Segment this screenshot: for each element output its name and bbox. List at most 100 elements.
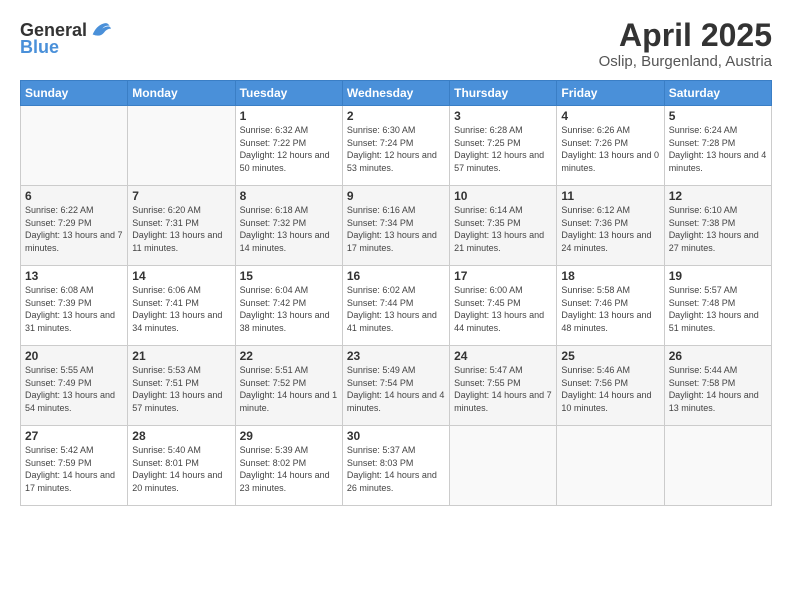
table-row: 13Sunrise: 6:08 AMSunset: 7:39 PMDayligh… [21, 266, 128, 346]
day-number: 12 [669, 189, 767, 203]
day-info: Sunrise: 6:14 AMSunset: 7:35 PMDaylight:… [454, 204, 552, 254]
day-info: Sunrise: 5:37 AMSunset: 8:03 PMDaylight:… [347, 444, 445, 494]
col-tuesday: Tuesday [235, 81, 342, 106]
day-info: Sunrise: 5:47 AMSunset: 7:55 PMDaylight:… [454, 364, 552, 414]
day-number: 30 [347, 429, 445, 443]
table-row: 10Sunrise: 6:14 AMSunset: 7:35 PMDayligh… [450, 186, 557, 266]
day-info: Sunrise: 5:57 AMSunset: 7:48 PMDaylight:… [669, 284, 767, 334]
table-row: 15Sunrise: 6:04 AMSunset: 7:42 PMDayligh… [235, 266, 342, 346]
day-info: Sunrise: 6:32 AMSunset: 7:22 PMDaylight:… [240, 124, 338, 174]
day-info: Sunrise: 5:55 AMSunset: 7:49 PMDaylight:… [25, 364, 123, 414]
table-row: 22Sunrise: 5:51 AMSunset: 7:52 PMDayligh… [235, 346, 342, 426]
table-row: 3Sunrise: 6:28 AMSunset: 7:25 PMDaylight… [450, 106, 557, 186]
table-row: 17Sunrise: 6:00 AMSunset: 7:45 PMDayligh… [450, 266, 557, 346]
day-info: Sunrise: 6:26 AMSunset: 7:26 PMDaylight:… [561, 124, 659, 174]
table-row: 9Sunrise: 6:16 AMSunset: 7:34 PMDaylight… [342, 186, 449, 266]
day-info: Sunrise: 6:16 AMSunset: 7:34 PMDaylight:… [347, 204, 445, 254]
day-number: 29 [240, 429, 338, 443]
day-number: 26 [669, 349, 767, 363]
col-saturday: Saturday [664, 81, 771, 106]
day-info: Sunrise: 6:02 AMSunset: 7:44 PMDaylight:… [347, 284, 445, 334]
day-number: 7 [132, 189, 230, 203]
day-info: Sunrise: 5:44 AMSunset: 7:58 PMDaylight:… [669, 364, 767, 414]
day-info: Sunrise: 5:58 AMSunset: 7:46 PMDaylight:… [561, 284, 659, 334]
day-number: 2 [347, 109, 445, 123]
day-number: 17 [454, 269, 552, 283]
col-thursday: Thursday [450, 81, 557, 106]
table-row [557, 426, 664, 506]
table-row: 14Sunrise: 6:06 AMSunset: 7:41 PMDayligh… [128, 266, 235, 346]
logo: General Blue [20, 18, 111, 56]
table-row: 26Sunrise: 5:44 AMSunset: 7:58 PMDayligh… [664, 346, 771, 426]
table-row [128, 106, 235, 186]
day-number: 16 [347, 269, 445, 283]
day-info: Sunrise: 6:12 AMSunset: 7:36 PMDaylight:… [561, 204, 659, 254]
day-number: 22 [240, 349, 338, 363]
day-number: 3 [454, 109, 552, 123]
table-row: 1Sunrise: 6:32 AMSunset: 7:22 PMDaylight… [235, 106, 342, 186]
calendar-table: Sunday Monday Tuesday Wednesday Thursday… [20, 80, 772, 506]
logo-blue: Blue [20, 38, 59, 56]
table-row: 5Sunrise: 6:24 AMSunset: 7:28 PMDaylight… [664, 106, 771, 186]
day-number: 5 [669, 109, 767, 123]
table-row: 12Sunrise: 6:10 AMSunset: 7:38 PMDayligh… [664, 186, 771, 266]
day-number: 20 [25, 349, 123, 363]
day-number: 8 [240, 189, 338, 203]
day-info: Sunrise: 6:18 AMSunset: 7:32 PMDaylight:… [240, 204, 338, 254]
day-number: 24 [454, 349, 552, 363]
col-friday: Friday [557, 81, 664, 106]
day-info: Sunrise: 5:51 AMSunset: 7:52 PMDaylight:… [240, 364, 338, 414]
table-row: 28Sunrise: 5:40 AMSunset: 8:01 PMDayligh… [128, 426, 235, 506]
day-info: Sunrise: 6:04 AMSunset: 7:42 PMDaylight:… [240, 284, 338, 334]
table-row [664, 426, 771, 506]
table-row: 27Sunrise: 5:42 AMSunset: 7:59 PMDayligh… [21, 426, 128, 506]
logo-bird-icon [89, 18, 111, 40]
table-row: 30Sunrise: 5:37 AMSunset: 8:03 PMDayligh… [342, 426, 449, 506]
table-row [450, 426, 557, 506]
table-row: 24Sunrise: 5:47 AMSunset: 7:55 PMDayligh… [450, 346, 557, 426]
day-info: Sunrise: 6:10 AMSunset: 7:38 PMDaylight:… [669, 204, 767, 254]
calendar-week-row: 27Sunrise: 5:42 AMSunset: 7:59 PMDayligh… [21, 426, 772, 506]
day-info: Sunrise: 6:30 AMSunset: 7:24 PMDaylight:… [347, 124, 445, 174]
day-number: 23 [347, 349, 445, 363]
day-number: 27 [25, 429, 123, 443]
title-block: April 2025 Oslip, Burgenland, Austria [599, 18, 772, 70]
calendar-header-row: Sunday Monday Tuesday Wednesday Thursday… [21, 81, 772, 106]
table-row: 18Sunrise: 5:58 AMSunset: 7:46 PMDayligh… [557, 266, 664, 346]
day-number: 28 [132, 429, 230, 443]
table-row: 19Sunrise: 5:57 AMSunset: 7:48 PMDayligh… [664, 266, 771, 346]
header: General Blue April 2025 Oslip, Burgenlan… [20, 18, 772, 70]
day-number: 18 [561, 269, 659, 283]
calendar-week-row: 1Sunrise: 6:32 AMSunset: 7:22 PMDaylight… [21, 106, 772, 186]
table-row: 8Sunrise: 6:18 AMSunset: 7:32 PMDaylight… [235, 186, 342, 266]
table-row: 16Sunrise: 6:02 AMSunset: 7:44 PMDayligh… [342, 266, 449, 346]
table-row: 6Sunrise: 6:22 AMSunset: 7:29 PMDaylight… [21, 186, 128, 266]
calendar-week-row: 13Sunrise: 6:08 AMSunset: 7:39 PMDayligh… [21, 266, 772, 346]
day-number: 13 [25, 269, 123, 283]
day-info: Sunrise: 6:22 AMSunset: 7:29 PMDaylight:… [25, 204, 123, 254]
table-row: 29Sunrise: 5:39 AMSunset: 8:02 PMDayligh… [235, 426, 342, 506]
table-row: 11Sunrise: 6:12 AMSunset: 7:36 PMDayligh… [557, 186, 664, 266]
day-number: 19 [669, 269, 767, 283]
day-info: Sunrise: 5:39 AMSunset: 8:02 PMDaylight:… [240, 444, 338, 494]
day-number: 1 [240, 109, 338, 123]
table-row [21, 106, 128, 186]
day-number: 10 [454, 189, 552, 203]
table-row: 2Sunrise: 6:30 AMSunset: 7:24 PMDaylight… [342, 106, 449, 186]
table-row: 23Sunrise: 5:49 AMSunset: 7:54 PMDayligh… [342, 346, 449, 426]
day-info: Sunrise: 6:00 AMSunset: 7:45 PMDaylight:… [454, 284, 552, 334]
col-monday: Monday [128, 81, 235, 106]
day-info: Sunrise: 5:46 AMSunset: 7:56 PMDaylight:… [561, 364, 659, 414]
table-row: 21Sunrise: 5:53 AMSunset: 7:51 PMDayligh… [128, 346, 235, 426]
calendar-week-row: 20Sunrise: 5:55 AMSunset: 7:49 PMDayligh… [21, 346, 772, 426]
table-row: 7Sunrise: 6:20 AMSunset: 7:31 PMDaylight… [128, 186, 235, 266]
page-title: April 2025 [599, 18, 772, 53]
day-number: 9 [347, 189, 445, 203]
day-info: Sunrise: 6:24 AMSunset: 7:28 PMDaylight:… [669, 124, 767, 174]
day-info: Sunrise: 6:06 AMSunset: 7:41 PMDaylight:… [132, 284, 230, 334]
col-sunday: Sunday [21, 81, 128, 106]
day-info: Sunrise: 5:40 AMSunset: 8:01 PMDaylight:… [132, 444, 230, 494]
table-row: 25Sunrise: 5:46 AMSunset: 7:56 PMDayligh… [557, 346, 664, 426]
day-number: 4 [561, 109, 659, 123]
day-number: 11 [561, 189, 659, 203]
